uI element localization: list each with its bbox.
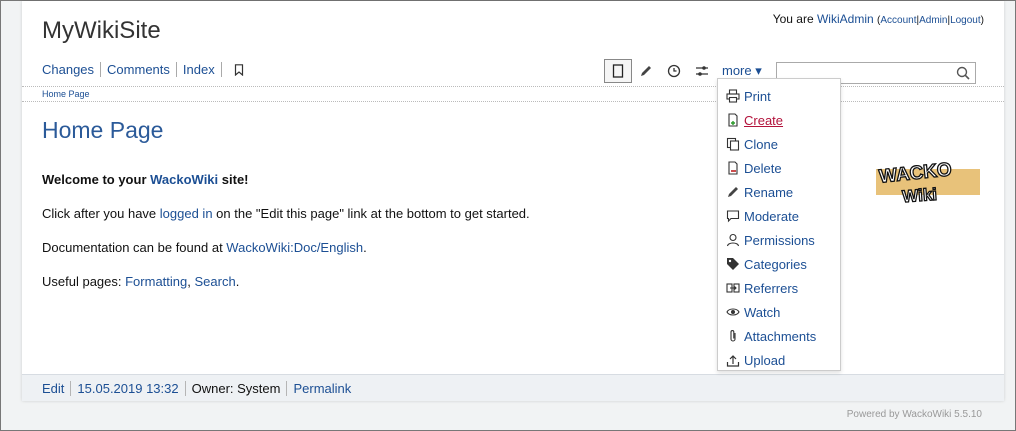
create-page-icon [728, 113, 738, 127]
pencil-icon [728, 187, 738, 197]
menu-item-attachments[interactable]: Attachments [718, 324, 840, 348]
nav-changes[interactable]: Changes [42, 62, 100, 77]
menu-item-print[interactable]: Print [718, 84, 840, 108]
footer-owner: Owner: System [191, 380, 281, 396]
documentation-link[interactable]: WackoWiki:Doc/English [226, 240, 363, 255]
instructions-paragraph: Click after you have logged in on the "E… [42, 206, 530, 221]
footer-edit-link[interactable]: Edit [36, 381, 70, 396]
menu-item-upload[interactable]: Upload [718, 348, 840, 372]
formatting-link[interactable]: Formatting [125, 274, 187, 289]
wackowiki-logo[interactable]: WACKO Wiki [874, 155, 982, 207]
revisions-button[interactable] [660, 59, 688, 83]
page-icon [612, 64, 624, 78]
wackowiki-link[interactable]: WackoWiki [150, 172, 218, 187]
eye-icon [726, 308, 740, 316]
menu-item-categories[interactable]: Categories [718, 252, 840, 276]
user-prefix: You are [772, 12, 814, 26]
show-page-button[interactable] [604, 59, 632, 83]
footer-permalink[interactable]: Permalink [287, 381, 357, 396]
upload-icon [726, 355, 740, 367]
paperclip-icon [730, 330, 736, 342]
user-bar: You are WikiAdmin (Account|Admin|Logout) [772, 12, 984, 26]
browser-frame: MyWikiSite You are WikiAdmin (Account|Ad… [0, 0, 1016, 431]
more-dropdown-menu: Print Create Clone Delete Rename Moderat… [717, 78, 841, 371]
menu-item-delete[interactable]: Delete [718, 156, 840, 180]
footer-date-link[interactable]: 15.05.2019 13:32 [71, 381, 184, 396]
nav-comments[interactable]: Comments [107, 62, 176, 77]
breadcrumb-bar: Home Page [22, 86, 1004, 102]
nav-index[interactable]: Index [183, 62, 221, 77]
account-link[interactable]: Account [880, 15, 916, 26]
referrer-icon [726, 283, 740, 293]
speech-bubble-icon [726, 210, 740, 223]
svg-text:Wiki: Wiki [902, 185, 938, 206]
search-icon[interactable] [956, 66, 970, 80]
page-container: MyWikiSite You are WikiAdmin (Account|Ad… [22, 1, 1004, 401]
menu-item-watch[interactable]: Watch [718, 300, 840, 324]
clock-icon [667, 64, 681, 78]
settings-button[interactable] [688, 59, 716, 83]
menu-item-permissions[interactable]: Permissions [718, 228, 840, 252]
useful-pages-paragraph: Useful pages: Formatting, Search. [42, 274, 240, 289]
site-title[interactable]: MyWikiSite [42, 17, 161, 45]
user-name-link[interactable]: WikiAdmin [817, 12, 874, 26]
more-menu-button[interactable]: more ▾ [722, 63, 762, 79]
edit-button[interactable] [632, 59, 660, 83]
page-footer: Edit 15.05.2019 13:32 Owner: System Perm… [22, 374, 1004, 401]
menu-item-create[interactable]: Create [718, 108, 840, 132]
sliders-icon [696, 66, 708, 76]
printer-icon [726, 89, 740, 103]
menu-item-referrers[interactable]: Referrers [718, 276, 840, 300]
delete-page-icon [728, 161, 738, 175]
menu-item-rename[interactable]: Rename [718, 180, 840, 204]
search-link[interactable]: Search [194, 274, 235, 289]
documentation-paragraph: Documentation can be found at WackoWiki:… [42, 240, 367, 255]
logged-in-link[interactable]: logged in [160, 206, 213, 221]
page-title: Home Page [42, 117, 164, 143]
menu-item-moderate[interactable]: Moderate [718, 204, 840, 228]
admin-link[interactable]: Admin [919, 15, 947, 26]
pencil-icon [641, 66, 651, 76]
menu-item-clone[interactable]: Clone [718, 132, 840, 156]
user-icon [726, 233, 740, 247]
logout-link[interactable]: Logout [950, 15, 981, 26]
main-nav: Changes Comments Index [42, 62, 244, 77]
welcome-paragraph: Welcome to your WackoWiki site! [42, 172, 249, 187]
breadcrumb[interactable]: Home Page [42, 89, 90, 99]
clone-icon [726, 137, 740, 151]
powered-by: Powered by WackoWiki 5.5.10 [846, 409, 982, 420]
bookmark-icon[interactable] [234, 63, 244, 76]
tag-icon [727, 258, 739, 270]
